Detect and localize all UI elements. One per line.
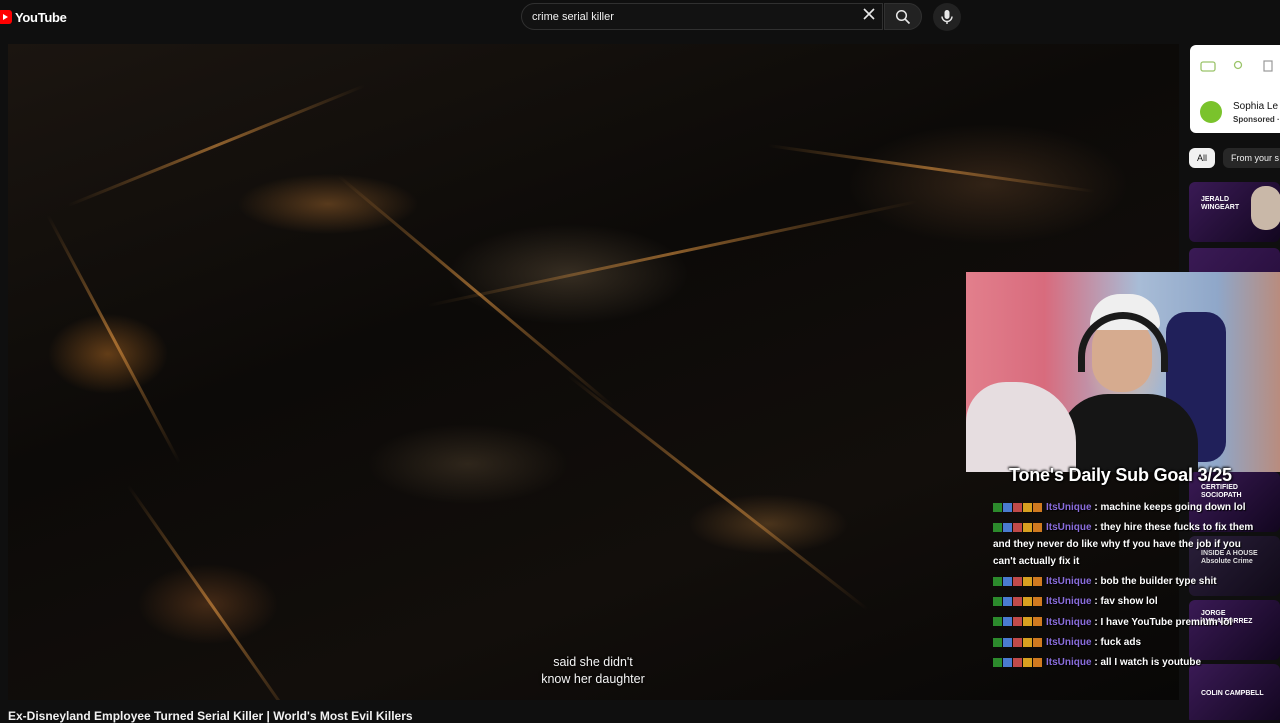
stream-chat: ItsUnique : machine keeps going down lol… (993, 499, 1259, 674)
chat-username: ItsUnique (1046, 596, 1092, 608)
search-input[interactable] (532, 9, 852, 25)
chat-badges (993, 519, 1043, 536)
streamer (1058, 294, 1198, 472)
chat-message: ItsUnique : all I watch is youtube (993, 654, 1259, 671)
document-icon (1260, 59, 1276, 72)
thumbnail-title: CERTIFIED SOCIOPATH (1201, 484, 1242, 499)
search-icon (895, 9, 911, 25)
clear-search-button[interactable] (860, 7, 878, 25)
video-title[interactable]: Ex-Disneyland Employee Turned Serial Kil… (8, 709, 413, 723)
ad-icons (1200, 59, 1276, 72)
chat-message: ItsUnique : fav show lol (993, 593, 1259, 610)
advertiser-logo (1200, 101, 1222, 123)
logo-text: YouTube (15, 9, 67, 25)
location-icon (1230, 59, 1246, 71)
chat-message: ItsUnique : machine keeps going down lol (993, 499, 1259, 516)
top-bar: YouTube (0, 0, 1280, 40)
city-street-light (126, 484, 302, 700)
search-button[interactable] (884, 3, 922, 30)
chat-message: ItsUnique : bob the builder type shit (993, 573, 1259, 590)
chat-badges (993, 654, 1043, 671)
sub-goal-overlay: Tone's Daily Sub Goal 3/25 (1009, 465, 1232, 485)
close-icon (863, 8, 875, 20)
chat-username: ItsUnique (1046, 636, 1092, 648)
thumbnail-face (1251, 186, 1280, 230)
chat-text: all I watch is youtube (1100, 656, 1202, 668)
chat-message: ItsUnique : they hire these fucks to fix… (993, 519, 1259, 570)
chat-text: bob the builder type shit (1100, 576, 1217, 588)
advertiser-name: Sophia Le (1233, 101, 1279, 112)
chat-message: ItsUnique : I have YouTube premium lol (993, 614, 1259, 631)
chat-username: ItsUnique (1046, 656, 1092, 668)
streamer-body (1058, 394, 1198, 472)
chat-username: ItsUnique (1046, 616, 1092, 628)
video-thumbnail[interactable]: JERALD WINGEART (1189, 182, 1280, 242)
video-subtitle: said she didn't know her daughter (541, 655, 645, 686)
chat-text: fuck ads (1100, 636, 1142, 648)
thumbnail-title: COLIN CAMPBELL (1201, 690, 1264, 697)
city-street-light (767, 144, 1095, 193)
youtube-play-icon (0, 10, 12, 24)
city-street-light (67, 84, 366, 207)
city-street-light (567, 374, 869, 611)
city-street-light (337, 174, 615, 409)
chat-badges (993, 614, 1043, 631)
wallet-icon (1200, 59, 1216, 72)
chat-badges (993, 573, 1043, 590)
chat-message: ItsUnique : fuck ads (993, 634, 1259, 651)
city-street-light (427, 200, 918, 307)
chat-badges (993, 499, 1043, 516)
voice-search-button[interactable] (933, 3, 961, 31)
chat-text: fav show lol (1100, 596, 1158, 608)
chat-text: I have YouTube premium lol (1100, 616, 1233, 628)
search-box (521, 3, 883, 30)
thumbnail-title: JERALD WINGEART (1201, 196, 1240, 211)
chat-badges (993, 593, 1043, 610)
ad-card[interactable]: Sophia Le Sponsored · (1190, 45, 1280, 133)
mic-icon (941, 10, 953, 24)
chat-text: machine keeps going down lol (1100, 502, 1246, 514)
chat-username: ItsUnique (1046, 576, 1092, 588)
streamer-webcam (966, 272, 1280, 472)
chat-username: ItsUnique (1046, 502, 1092, 514)
chat-username: ItsUnique (1046, 522, 1092, 534)
city-street-light (46, 214, 181, 464)
chat-badges (993, 634, 1043, 651)
chip-from-your-subscriptions[interactable]: From your s (1223, 148, 1280, 168)
youtube-logo[interactable]: YouTube (0, 8, 67, 26)
chip-all[interactable]: All (1189, 148, 1216, 168)
sponsored-label: Sponsored · (1233, 115, 1280, 124)
filter-chips: All From your s (1189, 148, 1280, 168)
